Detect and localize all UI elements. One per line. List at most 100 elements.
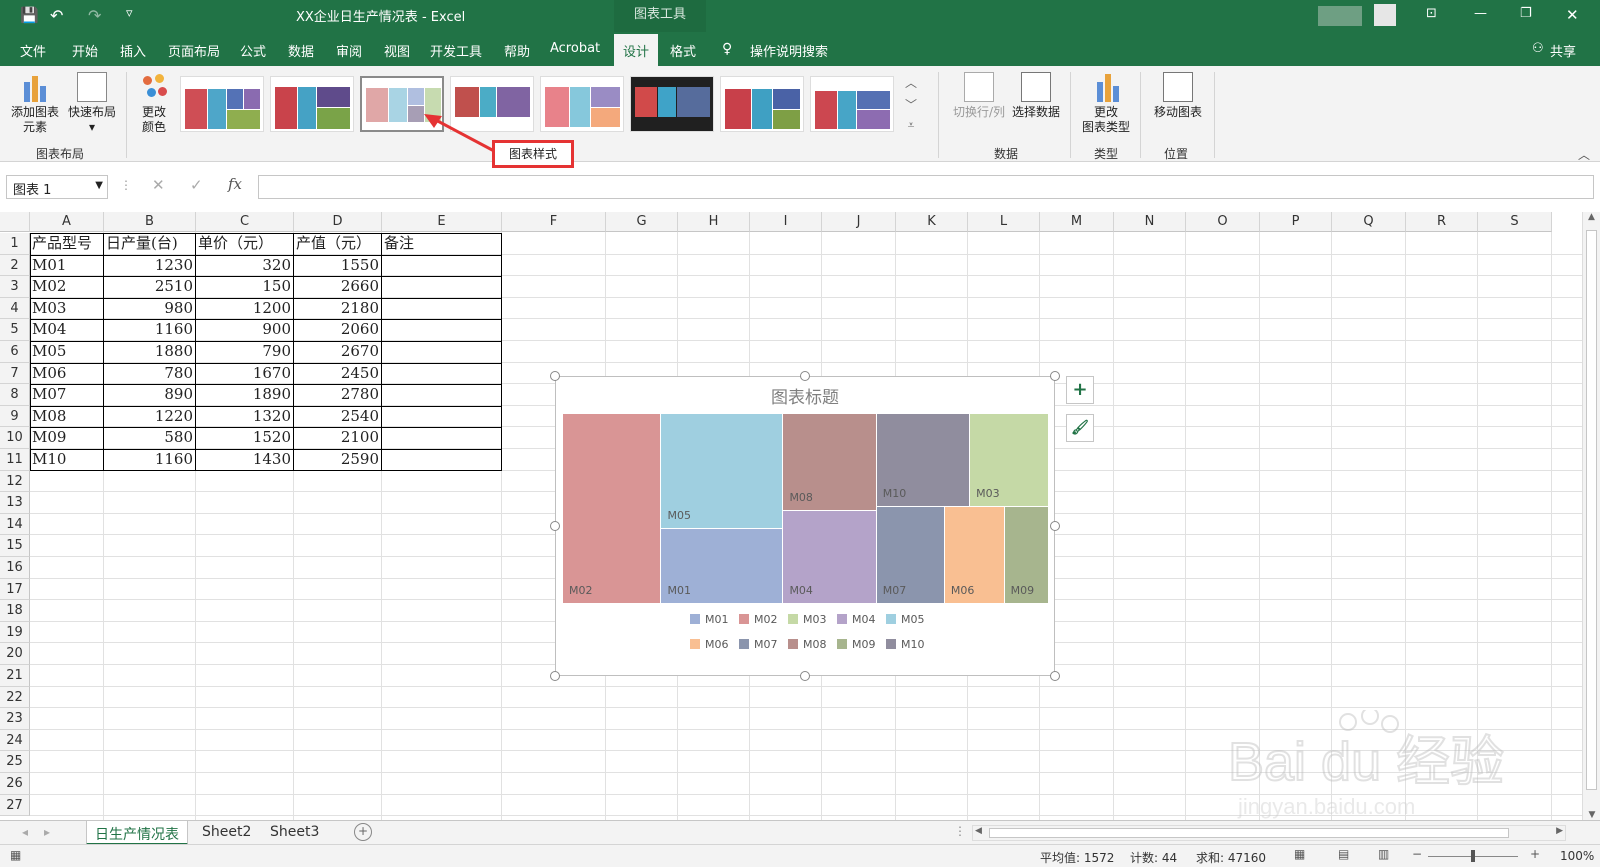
close-icon[interactable]: ✕ [1566,6,1579,24]
legend-entry-m01[interactable]: M01 [690,613,729,626]
select-all-corner[interactable] [0,212,30,232]
column-header-S[interactable]: S [1478,212,1552,232]
row-header-17[interactable]: 17 [0,578,30,601]
switch-row-column-button[interactable]: 切换行/列 [950,72,1008,120]
chart-style-1[interactable] [180,76,264,132]
chevron-down-icon[interactable]: ▼ [95,180,103,191]
row-header-27[interactable]: 27 [0,794,30,817]
gallery-expand[interactable]: ⩡ [902,118,920,136]
table-cell[interactable]: 2450 [296,363,379,384]
table-cell[interactable]: 2510 [106,276,193,297]
treemap-tile-m10[interactable]: M10 [876,414,971,507]
resize-handle-s[interactable] [800,671,810,681]
table-cell[interactable]: M09 [32,427,101,448]
treemap-tile-m06[interactable]: M06 [944,506,1005,604]
name-box[interactable]: 图表 1 ▼ [6,175,108,199]
row-header-19[interactable]: 19 [0,621,30,644]
column-header-L[interactable]: L [968,212,1040,232]
table-cell[interactable]: 780 [106,363,193,384]
row-header-21[interactable]: 21 [0,665,30,687]
treemap-chart[interactable]: 图表标题 M02 M05 M01 M08 M04 M10 M03 M07 M06 M09 M01 M… [555,376,1055,676]
tab-home[interactable]: 开始 [72,41,98,60]
cancel-icon[interactable]: ✕ [152,176,165,194]
table-cell[interactable]: 2100 [296,427,379,448]
table-cell[interactable]: 1230 [106,255,193,276]
tab-view[interactable]: 视图 [384,41,410,60]
table-cell[interactable]: 2060 [296,319,379,340]
sheet-tab-daily-production[interactable]: 日生产情况表 [86,821,188,845]
tab-format[interactable]: 格式 [670,41,696,60]
table-cell[interactable]: 1320 [198,406,291,427]
treemap-plot-area[interactable]: M02 M05 M01 M08 M04 M10 M03 M07 M06 M09 [563,414,1049,604]
legend-entry-m10[interactable]: M10 [886,638,925,651]
horizontal-scroll-thumb[interactable] [989,828,1509,838]
legend-entry-m04[interactable]: M04 [837,613,876,626]
chart-style-7[interactable] [720,76,804,132]
table-cell[interactable]: 1200 [198,298,291,319]
tab-design[interactable]: 设计 [614,34,659,66]
treemap-tile-m05[interactable]: M05 [661,414,784,529]
scroll-up-icon[interactable]: ▲ [1583,212,1600,222]
table-cell[interactable]: 1880 [106,341,193,362]
resize-handle-ne[interactable] [1050,371,1060,381]
zoom-level[interactable]: 100% [1560,849,1594,863]
column-header-I[interactable]: I [750,212,822,232]
column-header-B[interactable]: B [104,212,196,232]
column-header-H[interactable]: H [678,212,750,232]
insert-function-icon[interactable]: fx [228,175,242,193]
gallery-scroll-up[interactable]: ︿ [902,74,920,92]
sheet-tab-sheet3[interactable]: Sheet3 [262,821,327,845]
column-header-D[interactable]: D [294,212,382,232]
table-header-cell[interactable]: 备注 [384,233,499,254]
table-cell[interactable]: M04 [32,319,101,340]
next-sheet-icon[interactable]: ▸ [44,825,50,839]
treemap-tile-m08[interactable]: M08 [783,414,877,512]
table-cell[interactable]: 1430 [198,449,291,470]
change-colors-button[interactable]: 更改 颜色 [132,72,176,135]
chart-elements-button[interactable]: + [1066,376,1094,404]
lightbulb-icon[interactable]: ♀ [722,41,732,57]
enter-icon[interactable]: ✓ [190,176,203,194]
legend-entry-m07[interactable]: M07 [739,638,778,651]
row-header-7[interactable]: 7 [0,362,30,385]
chart-style-8[interactable] [810,76,894,132]
row-header-12[interactable]: 12 [0,470,30,493]
vertical-scrollbar[interactable]: ▲ ▼ [1582,212,1600,820]
treemap-tile-m03[interactable]: M03 [970,414,1049,507]
split-icon[interactable]: ⋮ [954,824,966,838]
table-cell[interactable]: 2180 [296,298,379,319]
column-header-N[interactable]: N [1114,212,1186,232]
row-header-16[interactable]: 16 [0,557,30,579]
tab-file[interactable]: 文件 [20,41,46,60]
page-layout-view-icon[interactable]: ▤ [1338,847,1349,861]
column-header-F[interactable]: F [502,212,606,232]
chart-style-2[interactable] [270,76,354,132]
vertical-scroll-thumb[interactable] [1586,230,1597,790]
row-header-14[interactable]: 14 [0,513,30,536]
row-header-20[interactable]: 20 [0,643,30,665]
add-chart-element-button[interactable]: 添加图表 元素 [8,72,62,135]
column-header-P[interactable]: P [1260,212,1332,232]
table-cell[interactable]: 2670 [296,341,379,362]
tab-insert[interactable]: 插入 [120,41,146,60]
new-sheet-icon[interactable]: + [354,823,372,841]
row-header-3[interactable]: 3 [0,276,30,298]
scroll-left-icon[interactable]: ◀ [975,826,982,836]
tab-developer[interactable]: 开发工具 [430,41,482,60]
zoom-slider-thumb[interactable] [1471,850,1475,862]
scroll-right-icon[interactable]: ▶ [1556,826,1563,836]
table-cell[interactable]: M05 [32,341,101,362]
chart-styles-brush-button[interactable]: 🖌 [1066,414,1094,442]
legend-entry-m06[interactable]: M06 [690,638,729,651]
table-cell[interactable]: 320 [198,255,291,276]
undo-icon[interactable]: ↶ [50,6,63,25]
table-cell[interactable]: 1160 [106,449,193,470]
share-button[interactable]: 共享 [1550,41,1576,60]
tab-data[interactable]: 数据 [288,41,314,60]
zoom-slider[interactable] [1428,850,1518,862]
minimize-icon[interactable]: — [1474,6,1487,21]
zoom-out-icon[interactable]: − [1412,847,1422,861]
scroll-down-icon[interactable]: ▼ [1583,810,1600,820]
row-header-5[interactable]: 5 [0,319,30,341]
prev-sheet-icon[interactable]: ◂ [22,825,28,839]
